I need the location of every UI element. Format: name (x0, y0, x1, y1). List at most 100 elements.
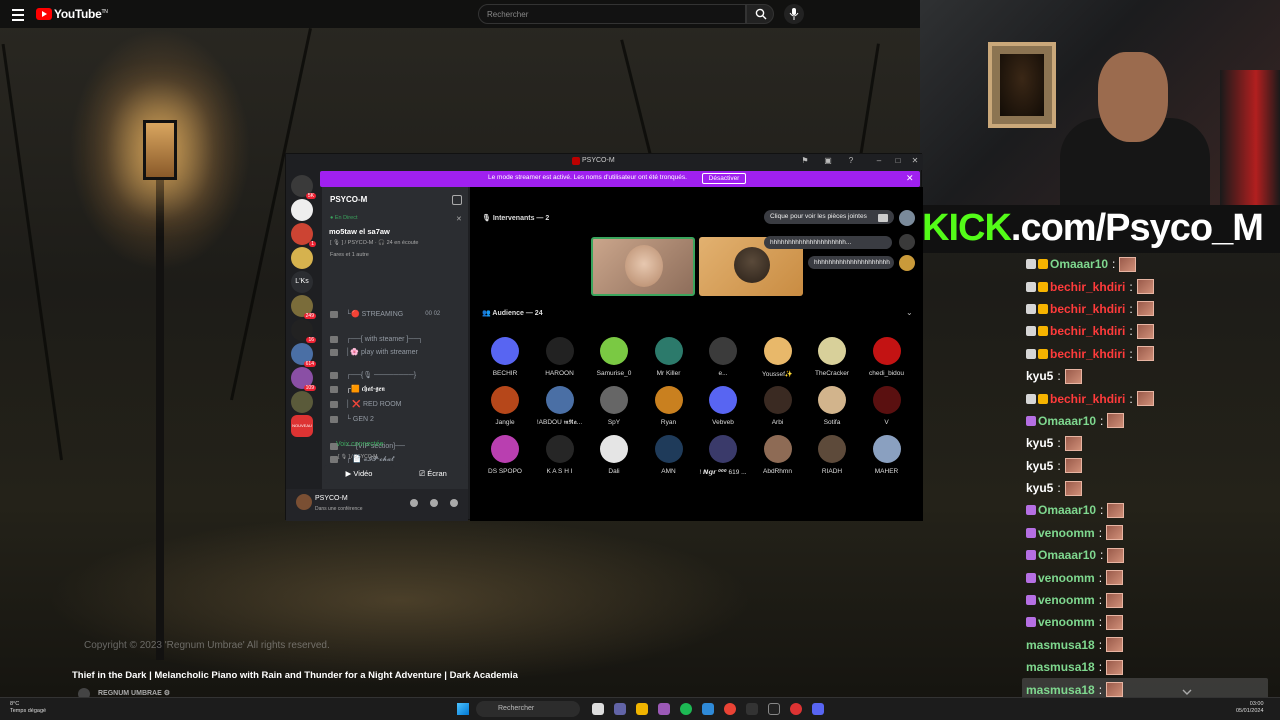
chat-username[interactable]: kyu5 (1026, 369, 1053, 383)
server-icon[interactable] (291, 247, 313, 269)
audience-member[interactable]: SpY (587, 386, 641, 426)
channel-item[interactable]: ┌──{🎙 ────────} (330, 369, 416, 381)
gear-icon[interactable] (450, 499, 458, 507)
chat-username[interactable]: Omaaar10 (1050, 257, 1108, 271)
attachment-hint[interactable]: Clique pour voir les pièces jointes (764, 210, 894, 224)
server-name[interactable]: PSYCO-M (330, 195, 367, 204)
audience-member[interactable]: AbdRhmn (751, 435, 805, 475)
chat-username[interactable]: kyu5 (1026, 436, 1053, 450)
audience-member[interactable]: !ABDOU 𝖒𝕽𝖆... (533, 386, 587, 427)
audience-member[interactable]: K A S H I (533, 435, 587, 475)
chat-username[interactable]: bechir_khdiri (1050, 280, 1125, 294)
windows-start-icon[interactable] (457, 703, 469, 715)
audience-member[interactable]: BECHIR (478, 337, 532, 377)
chat-username[interactable]: venoomm (1038, 571, 1095, 585)
chat-username[interactable]: masmusa18 (1026, 660, 1095, 674)
discord-icon[interactable] (812, 703, 824, 715)
channel-item[interactable]: ┌──[ with steamer ]──┐ (330, 333, 423, 345)
server-icon[interactable]: 614 (291, 343, 316, 367)
chat-username[interactable]: Omaaar10 (1038, 548, 1096, 562)
audience-member[interactable]: HAROON (533, 337, 587, 377)
chevron-down-icon[interactable]: ⌄ (906, 308, 913, 317)
chat-username[interactable]: masmusa18 (1026, 683, 1095, 697)
folder-icon[interactable] (636, 703, 648, 715)
audience-member[interactable]: Youssef✨ (751, 337, 805, 378)
server-icon[interactable]: 109 (291, 367, 316, 391)
maximize-button[interactable]: □ (893, 156, 903, 166)
chat-username[interactable]: Omaaar10 (1038, 414, 1096, 428)
chat-username[interactable]: bechir_khdiri (1050, 324, 1125, 338)
audience-member[interactable]: V (860, 386, 914, 426)
audience-member[interactable]: Dali (587, 435, 641, 475)
audience-member[interactable]: Jangle (478, 386, 532, 426)
weather-widget[interactable]: 8°C Temps dégagé (10, 701, 46, 715)
disable-streamer-button[interactable]: Désactiver (702, 173, 746, 184)
channel-item[interactable]: │🌸 play with streamer (330, 346, 418, 358)
audience-member[interactable]: DS SPOPO (478, 435, 532, 475)
avatar[interactable] (899, 255, 915, 271)
username[interactable]: PSYCO-M (315, 495, 348, 502)
headphones-icon[interactable] (430, 499, 438, 507)
audience-member[interactable]: Vebveb (696, 386, 750, 426)
channel-item[interactable]: └ GEN 2 (330, 413, 374, 425)
chat-username[interactable]: masmusa18 (1026, 638, 1095, 652)
chat-username[interactable]: venoomm (1038, 526, 1095, 540)
audience-member[interactable]: Samurise_0 (587, 337, 641, 377)
chat-username[interactable]: bechir_khdiri (1050, 347, 1125, 361)
audience-member[interactable]: Sotifa (805, 386, 859, 426)
menu-icon[interactable] (12, 7, 24, 21)
server-icon[interactable] (291, 391, 313, 413)
mic-button[interactable] (784, 4, 804, 24)
close-icon[interactable]: ✕ (456, 215, 462, 223)
audience-member[interactable]: chedi_bidou (860, 337, 914, 377)
taskbar-search[interactable]: Rechercher (476, 701, 580, 717)
audience-member[interactable]: MAHER (860, 435, 914, 475)
audience-member[interactable]: Arbi (751, 386, 805, 426)
chat-username[interactable]: bechir_khdiri (1050, 302, 1125, 316)
chat-username[interactable]: kyu5 (1026, 459, 1053, 473)
server-icon[interactable]: 249 (291, 295, 316, 319)
channel-name[interactable]: REGNUM UMBRAE ⚙ (98, 689, 170, 697)
video-button[interactable]: ▶ Vidéo (324, 465, 394, 483)
help-icon[interactable]: ? (846, 156, 856, 166)
image-icon[interactable] (878, 214, 888, 222)
invite-icon[interactable] (452, 195, 462, 205)
server-icon[interactable]: 16 (291, 319, 316, 343)
close-icon[interactable]: ✕ (906, 173, 914, 184)
speaker-tile[interactable] (591, 237, 695, 296)
chat-username[interactable]: bechir_khdiri (1050, 392, 1125, 406)
app-icon[interactable] (790, 703, 802, 715)
avatar[interactable] (899, 234, 915, 250)
chat-username[interactable]: kyu5 (1026, 481, 1053, 495)
dm-home-icon[interactable]: 5K (291, 175, 316, 199)
chat-username[interactable]: venoomm (1038, 593, 1095, 607)
channel-item[interactable]: │ ❌ RED ROOM (330, 398, 401, 410)
audience-member[interactable]: e... (696, 337, 750, 377)
server-icon[interactable]: 1 (291, 223, 316, 247)
stage-event-title[interactable]: mo5taw el sa7aw (329, 227, 390, 236)
file-icon[interactable] (592, 703, 604, 715)
audience-member[interactable]: ! 𝙉𝙜𝙧 ⁰⁰⁰ 619 ... (696, 435, 750, 476)
minimize-button[interactable]: – (874, 156, 884, 166)
app-icon[interactable] (746, 703, 758, 715)
chevron-down-icon[interactable] (1182, 688, 1192, 696)
new-server-icon[interactable]: NOUVEAU (291, 415, 313, 437)
chat-username[interactable]: Omaaar10 (1038, 503, 1096, 517)
audience-member[interactable]: TheCracker (805, 337, 859, 377)
chrome-icon[interactable] (724, 703, 736, 715)
screen-icon[interactable]: ▣ (823, 156, 833, 166)
edge-icon[interactable] (702, 703, 714, 715)
spotify-icon[interactable] (680, 703, 692, 715)
channel-item[interactable]: ┌🟧 𝖈𝖍𝖆𝖙-𝖌𝖊𝖓 (330, 383, 385, 395)
chat-username[interactable]: venoomm (1038, 615, 1095, 629)
inbox-icon[interactable]: ⚑ (800, 156, 810, 166)
audience-member[interactable]: Mr Killer (642, 337, 696, 377)
voice-channel-path[interactable]: [ 🎙 ] / PSYCO-M (338, 454, 377, 460)
audience-member[interactable]: RIADH (805, 435, 859, 475)
teams-icon[interactable] (614, 703, 626, 715)
audience-member[interactable]: AMN (642, 435, 696, 475)
avatar[interactable] (296, 494, 312, 510)
mic-icon[interactable] (410, 499, 418, 507)
server-icon[interactable]: L'Ks (291, 271, 313, 293)
avatar[interactable] (899, 210, 915, 226)
